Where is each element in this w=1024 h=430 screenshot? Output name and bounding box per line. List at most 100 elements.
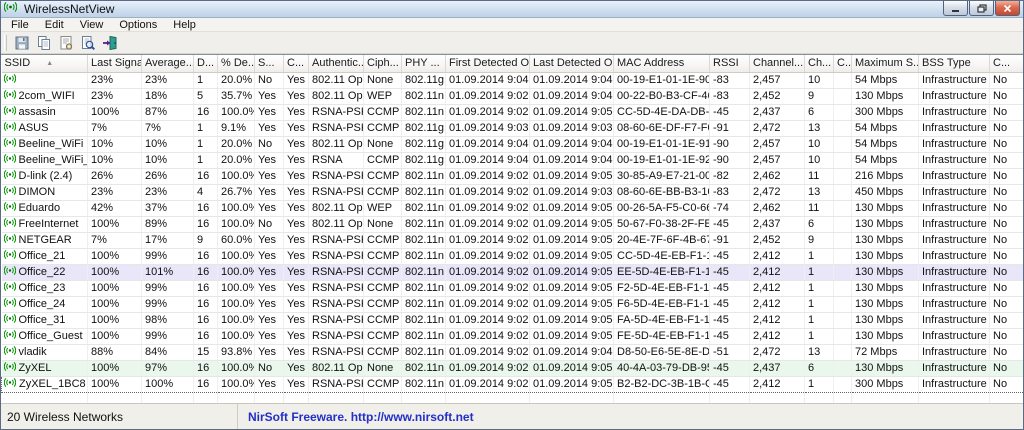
- cell: 26%: [142, 168, 194, 184]
- cell: 01.09.2014 9:04:29: [530, 152, 614, 168]
- table-row[interactable]: vladik88%84%1593.8%YesYesRSNA-PSKCCMP802…: [2, 344, 1024, 360]
- table-row[interactable]: D-link (2.4)26%26%16100.0%YesYesRSNA-PSK…: [2, 168, 1024, 184]
- table-row[interactable]: FreeInternet100%89%16100.0%NoYes802.11 O…: [2, 216, 1024, 232]
- menu-edit[interactable]: Edit: [37, 18, 72, 32]
- column-header-c[interactable]: C...: [284, 55, 309, 72]
- cell: 01.09.2014 9:02:39: [446, 312, 530, 328]
- table-row[interactable]: NETGEAR7%17%960.0%YesYesRSNA-PSKCCMP802.…: [2, 232, 1024, 248]
- cell: 100.0%: [218, 360, 255, 376]
- cell: 100.0%: [218, 104, 255, 120]
- cell: RSNA-PSK: [309, 376, 364, 392]
- cell: 130 Mbps: [852, 248, 919, 264]
- column-header-first-detected-on[interactable]: First Detected On: [446, 55, 530, 72]
- nirsoft-freeware-link[interactable]: NirSoft Freeware. http://www.nirsoft.net: [248, 410, 474, 424]
- column-header-phy[interactable]: PHY ...: [402, 55, 446, 72]
- cell: 100.0%: [218, 376, 255, 392]
- cell: -82: [710, 168, 750, 184]
- cell: No: [990, 296, 1024, 312]
- column-header-channel[interactable]: Channel...: [750, 55, 805, 72]
- table-row[interactable]: Beeline_WiFi_...10%10%120.0%YesYesRSNACC…: [2, 152, 1024, 168]
- table-row[interactable]: Office_Guest100%99%16100.0%YesYesRSNA-PS…: [2, 328, 1024, 344]
- menu-file[interactable]: File: [3, 18, 37, 32]
- cell: No: [990, 120, 1024, 136]
- ssid-cell: Office_24: [2, 296, 88, 312]
- cell: 100.0%: [218, 168, 255, 184]
- column-header-c[interactable]: C..: [834, 55, 852, 72]
- menu-view[interactable]: View: [72, 18, 112, 32]
- table-row[interactable]: Beeline_WiFi10%10%120.0%NoYes802.11 Open…: [2, 136, 1024, 152]
- column-header-mac-address[interactable]: MAC Address: [614, 55, 710, 72]
- column-header-ssid[interactable]: SSID▲: [2, 55, 88, 72]
- table-row[interactable]: Office_24100%99%16100.0%YesYesRSNA-PSKCC…: [2, 296, 1024, 312]
- column-header-last-detected-on[interactable]: Last Detected On: [530, 55, 614, 72]
- column-header-authentic[interactable]: Authentic...: [309, 55, 364, 72]
- cell: No: [990, 360, 1024, 376]
- ssid-label: Office_Guest: [19, 330, 83, 342]
- table-row[interactable]: Eduardo42%37%16100.0%YesYes802.11 OpenWE…: [2, 200, 1024, 216]
- menu-options[interactable]: Options: [111, 18, 165, 32]
- cell: None: [364, 136, 402, 152]
- table-row[interactable]: 23%23%120.0%NoYes802.11 OpenNone802.11g0…: [2, 72, 1024, 88]
- cell: No: [255, 72, 284, 88]
- cell: 01.09.2014 9:02:39: [446, 104, 530, 120]
- cell: 10: [805, 136, 834, 152]
- column-header-d[interactable]: D...: [194, 55, 218, 72]
- table-row[interactable]: 2com_WIFI23%18%535.7%YesYes802.11 OpenWE…: [2, 88, 1024, 104]
- title-bar: WirelessNetView: [1, 1, 1023, 18]
- find-icon[interactable]: [77, 33, 99, 53]
- cell: CCMP: [364, 344, 402, 360]
- ssid-label: 2com_WIFI: [19, 90, 75, 102]
- cell: 10%: [88, 152, 142, 168]
- table-row[interactable]: Office_31100%98%16100.0%YesYesRSNA-PSKCC…: [2, 312, 1024, 328]
- properties-icon[interactable]: [55, 33, 77, 53]
- cell: Infrastructure: [919, 152, 990, 168]
- cell: CCMP: [364, 248, 402, 264]
- cell: -90: [710, 152, 750, 168]
- table-row[interactable]: Office_23100%99%16100.0%YesYesRSNA-PSKCC…: [2, 280, 1024, 296]
- menu-help[interactable]: Help: [165, 18, 204, 32]
- column-header-bss-type[interactable]: BSS Type: [919, 55, 990, 72]
- cell: RSNA-PSK: [309, 328, 364, 344]
- column-header-maximum-s[interactable]: Maximum S...: [852, 55, 919, 72]
- table-row[interactable]: assasin100%87%16100.0%YesYesRSNA-PSKCCMP…: [2, 104, 1024, 120]
- cell: 00-19-E1-01-1E-92: [614, 152, 710, 168]
- column-header-de[interactable]: % De...: [218, 55, 255, 72]
- table-row[interactable]: ASUS7%7%19.1%YesYesRSNA-PSKCCMP802.11g01…: [2, 120, 1024, 136]
- column-header-last-signal[interactable]: Last Signal: [88, 55, 142, 72]
- column-header-average[interactable]: Average...: [142, 55, 194, 72]
- cell: 802.11n: [402, 296, 446, 312]
- cell: CCMP: [364, 184, 402, 200]
- column-header-rssi[interactable]: RSSI: [710, 55, 750, 72]
- network-antenna-icon: [4, 73, 16, 87]
- table-row[interactable]: ZyXEL100%97%16100.0%NoYes802.11 OpenNone…: [2, 360, 1024, 376]
- window-title: WirelessNetView: [24, 1, 114, 18]
- table-row[interactable]: ZyXEL_1BC8100%100%16100.0%YesYesRSNA-PSK…: [2, 376, 1024, 392]
- column-header-c[interactable]: C...: [990, 55, 1024, 72]
- table-row[interactable]: DIMON23%23%426.7%YesYesRSNA-PSKCCMP802.1…: [2, 184, 1024, 200]
- cell: Yes: [255, 200, 284, 216]
- cell: [834, 216, 852, 232]
- cell: Yes: [284, 72, 309, 88]
- copy-icon[interactable]: [33, 33, 55, 53]
- cell: 23%: [88, 184, 142, 200]
- column-header-s[interactable]: S...: [255, 55, 284, 72]
- cell: 1: [194, 72, 218, 88]
- cell: No: [990, 216, 1024, 232]
- exit-icon[interactable]: [99, 33, 121, 53]
- table-row[interactable]: Office_22100%101%16100.0%YesYesRSNA-PSKC…: [2, 264, 1024, 280]
- close-button[interactable]: [995, 1, 1020, 16]
- minimize-button[interactable]: [943, 1, 968, 16]
- cell: 01.09.2014 9:02:39: [446, 216, 530, 232]
- cell: 100%: [142, 376, 194, 392]
- cell: 802.11n: [402, 312, 446, 328]
- table-row[interactable]: Office_21100%99%16100.0%YesYesRSNA-PSKCC…: [2, 248, 1024, 264]
- toolbar: [1, 32, 1023, 54]
- restore-button[interactable]: [969, 1, 994, 16]
- ssid-cell: Office_22: [2, 264, 88, 280]
- cell: 16: [194, 264, 218, 280]
- save-icon[interactable]: [11, 33, 33, 53]
- column-header-ciph[interactable]: Ciph...: [364, 55, 402, 72]
- cell: 97%: [142, 360, 194, 376]
- column-header-ch[interactable]: Ch...: [805, 55, 834, 72]
- cell: Yes: [284, 168, 309, 184]
